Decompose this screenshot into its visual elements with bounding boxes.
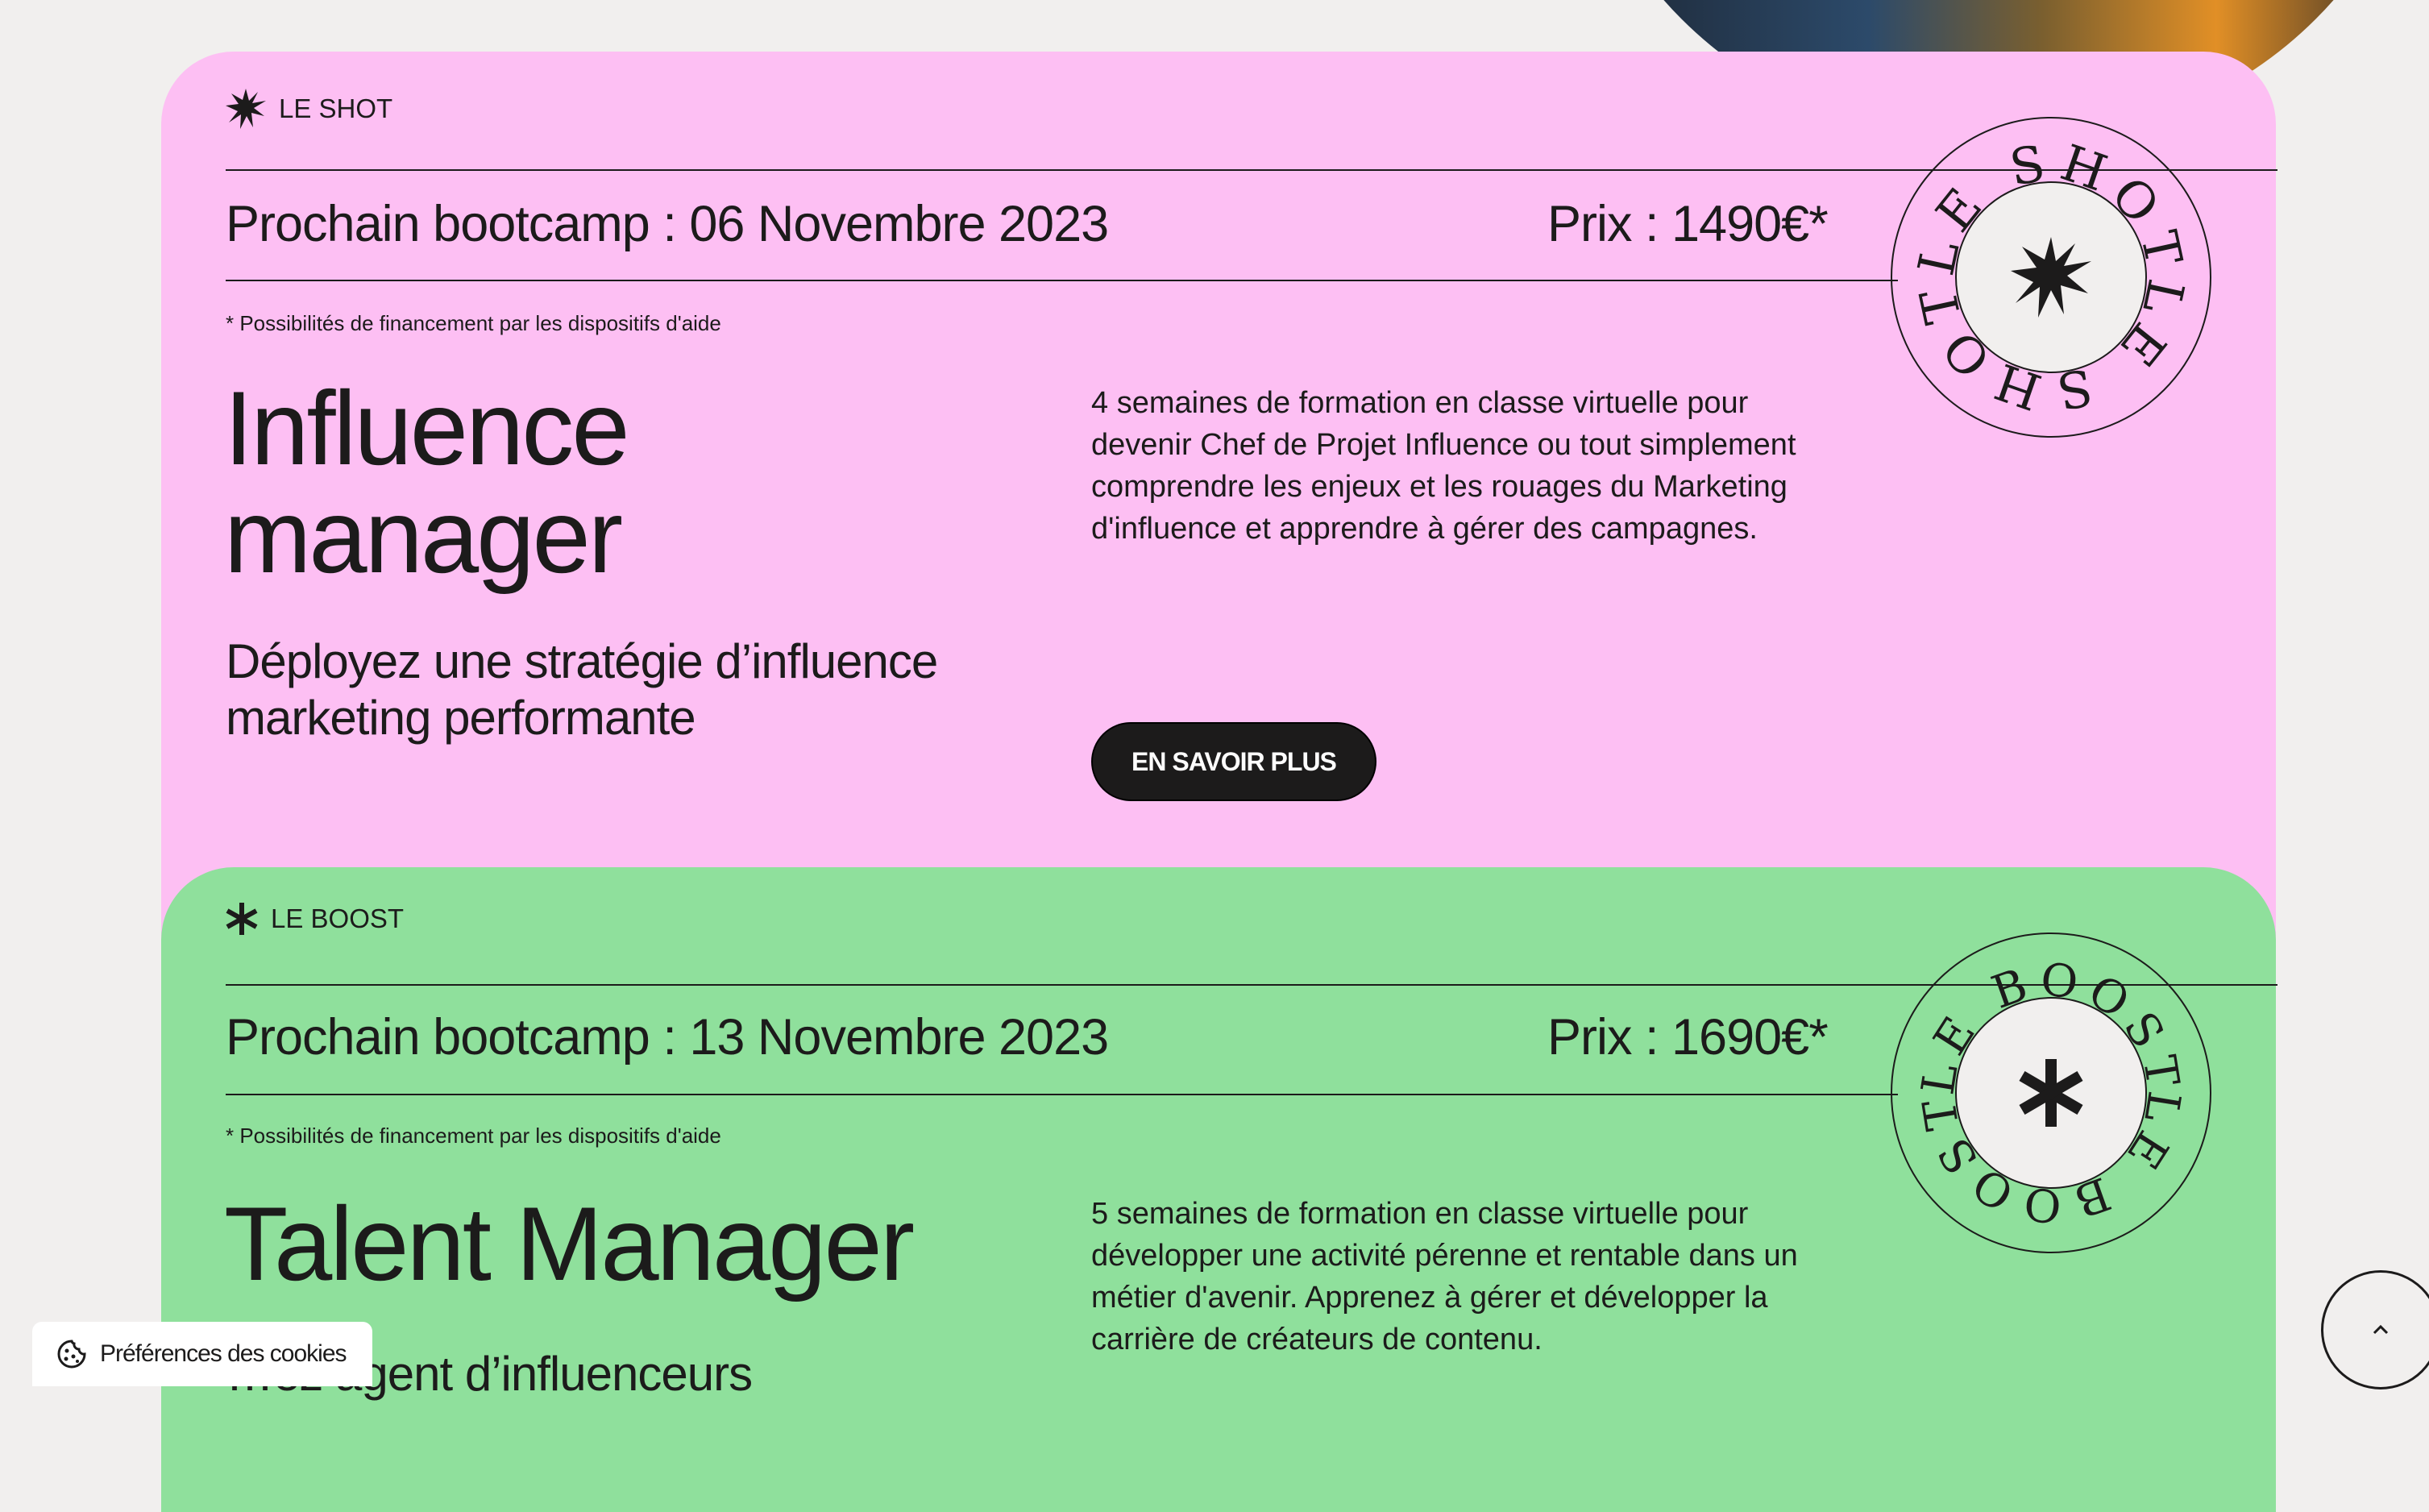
chevron-up-icon [2373, 1324, 2389, 1335]
starburst-icon [226, 89, 266, 129]
card-tag-label: LE SHOT [279, 93, 393, 123]
financing-note: * Possibilités de financement par les di… [226, 1124, 721, 1148]
course-title: Influence manager [224, 369, 630, 595]
course-title: Talent Manager [224, 1185, 915, 1302]
divider [226, 1094, 1898, 1095]
course-description: 4 semaines de formation en classe virtue… [1091, 386, 1796, 546]
course-description: 5 semaines de formation en classe virtue… [1091, 1197, 1798, 1356]
asterisk-icon [226, 903, 258, 935]
course-title-line2: manager [224, 477, 623, 595]
bootcamp-date: Prochain bootcamp : 06 Novembre 2023 [226, 196, 1109, 252]
course-subtitle: Déployez une stratégie d’influence marke… [226, 634, 938, 745]
learn-more-button[interactable]: EN SAVOIR PLUS [1091, 722, 1376, 801]
divider [226, 280, 1898, 281]
cookie-preferences-button[interactable]: Préférences des cookies [32, 1322, 372, 1386]
card-tag: LE SHOT [226, 89, 392, 129]
le-shot-seal: LE SHOT LE SHOT [1890, 116, 2212, 438]
financing-note: * Possibilités de financement par les di… [226, 311, 721, 335]
cookie-icon [57, 1340, 86, 1369]
bootcamp-card-le-boost: LE BOOST Prochain bootcamp : 13 Novembre… [161, 867, 2277, 1512]
cookie-preferences-label: Préférences des cookies [100, 1340, 347, 1367]
le-boost-seal: LE BOOST LE BOOST [1890, 932, 2212, 1254]
bootcamp-price: Prix : 1690€* [1547, 1009, 1829, 1065]
card-tag-label: LE BOOST [271, 903, 405, 933]
bootcamp-price: Prix : 1490€* [1547, 196, 1829, 252]
scroll-to-top-button[interactable] [2321, 1270, 2429, 1389]
card-tag: LE BOOST [226, 903, 404, 935]
bootcamp-date: Prochain bootcamp : 13 Novembre 2023 [226, 1009, 1109, 1065]
course-title-line1: Influence [224, 369, 630, 487]
